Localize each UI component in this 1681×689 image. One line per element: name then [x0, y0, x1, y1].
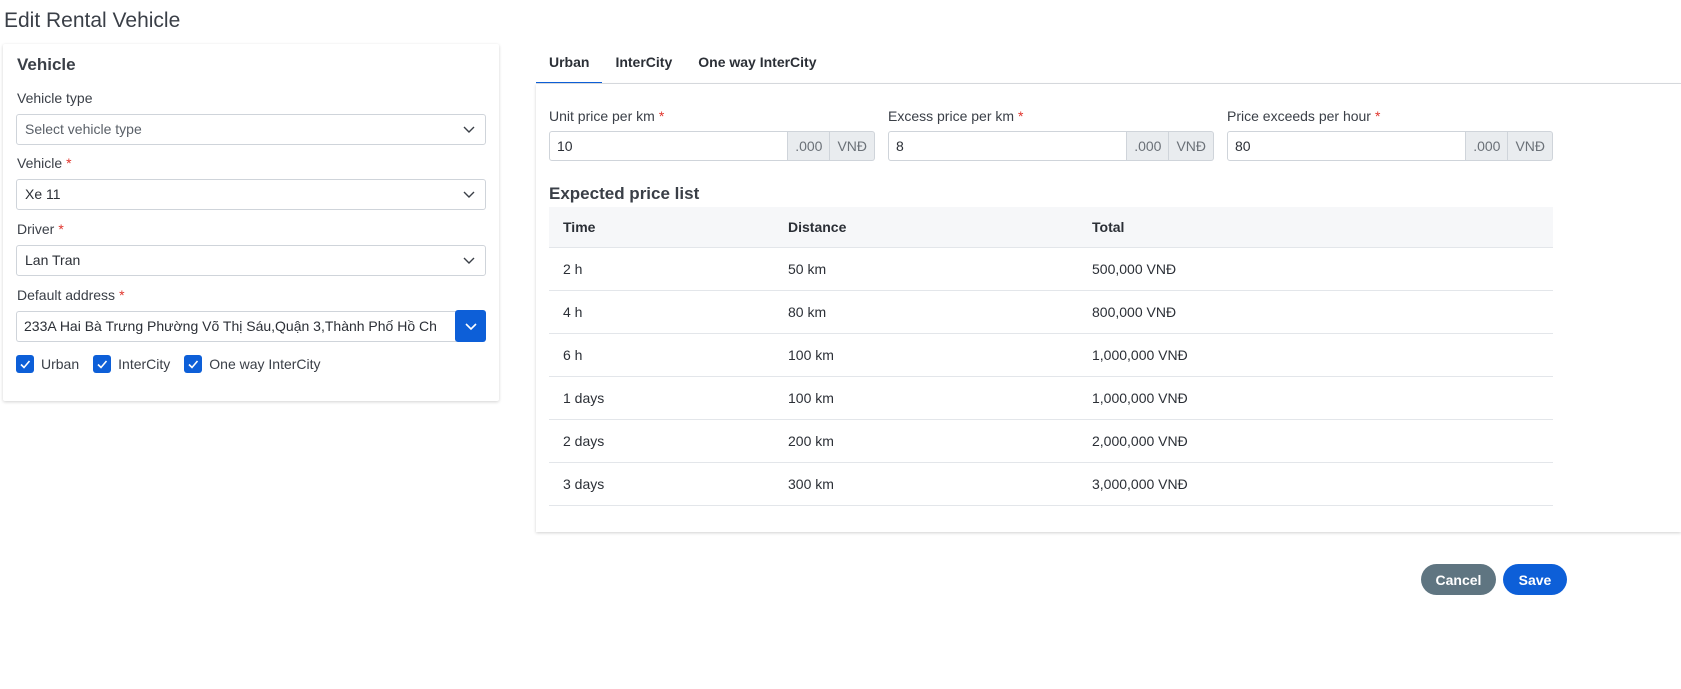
save-button[interactable]: Save	[1503, 564, 1567, 595]
checkmark-icon[interactable]	[93, 355, 112, 373]
vehicle-type-select[interactable]: Select vehicle type	[16, 114, 486, 145]
tab-intercity[interactable]: InterCity	[602, 47, 685, 84]
driver-select[interactable]: Lan Tran	[16, 245, 486, 276]
checkmark-icon[interactable]	[184, 355, 203, 373]
vehicle-card: Vehicle Vehicle type Select vehicle type…	[3, 44, 499, 401]
chevron-down-icon	[463, 191, 475, 198]
column-header-total: Total	[1092, 219, 1125, 235]
default-address-input[interactable]: 233A Hai Bà Trưng Phường Võ Thị Sáu,Quận…	[16, 311, 456, 342]
vehicle-label: Vehicle *	[17, 155, 72, 171]
cell-total: 500,000 VNĐ	[1092, 261, 1177, 277]
hour-price-label: Price exceeds per hour *	[1227, 108, 1381, 124]
tab-urban[interactable]: Urban	[536, 47, 603, 84]
unit-price-suffix: .000	[788, 131, 831, 161]
cell-total: 2,000,000 VNĐ	[1092, 433, 1188, 449]
unit-price-input[interactable]: 10	[549, 131, 789, 161]
excess-price-group: Excess price per km * 8 .000 VNĐ	[888, 108, 1214, 161]
checkbox-label: InterCity	[118, 356, 171, 372]
vehicle-select[interactable]: Xe 11	[16, 179, 486, 210]
excess-price-suffix: .000	[1127, 131, 1170, 161]
cell-distance: 50 km	[788, 261, 827, 277]
checkbox-label: One way InterCity	[209, 356, 321, 372]
cancel-button[interactable]: Cancel	[1421, 564, 1496, 595]
chevron-down-icon	[463, 257, 475, 264]
table-row: 4 h 80 km 800,000 VNĐ	[549, 291, 1553, 334]
checkbox-intercity[interactable]: InterCity	[93, 355, 170, 373]
cell-time: 3 days	[563, 476, 605, 492]
unit-price-currency: VNĐ	[830, 131, 875, 161]
table-row: 2 days 200 km 2,000,000 VNĐ	[549, 420, 1553, 463]
unit-price-group: Unit price per km * 10 .000 VNĐ	[549, 108, 875, 161]
table-row: 3 days 300 km 3,000,000 VNĐ	[549, 463, 1553, 506]
chevron-down-icon	[464, 323, 477, 331]
cell-time: 2 h	[563, 261, 583, 277]
column-header-distance: Distance	[788, 219, 847, 235]
cell-time: 6 h	[563, 347, 583, 363]
cell-time: 2 days	[563, 433, 605, 449]
hour-price-suffix: .000	[1466, 131, 1509, 161]
cell-distance: 100 km	[788, 347, 834, 363]
excess-price-input[interactable]: 8	[888, 131, 1128, 161]
cell-distance: 200 km	[788, 433, 834, 449]
vehicle-card-title: Vehicle	[17, 55, 76, 74]
page-title: Edit Rental Vehicle	[4, 9, 181, 32]
table-row: 1 days 100 km 1,000,000 VNĐ	[549, 377, 1553, 420]
pricing-card: Unit price per km * 10 .000 VNĐ Excess pr…	[536, 84, 1681, 532]
default-address-label: Default address *	[17, 287, 125, 303]
checkmark-icon[interactable]	[16, 355, 34, 373]
cell-time: 4 h	[563, 304, 583, 320]
hour-price-input[interactable]: 80	[1227, 131, 1467, 161]
excess-price-currency: VNĐ	[1169, 131, 1214, 161]
table-header: Time Distance Total	[549, 207, 1553, 248]
column-header-time: Time	[563, 219, 596, 235]
excess-price-label: Excess price per km *	[888, 108, 1024, 124]
chevron-down-icon	[463, 126, 475, 133]
cell-distance: 100 km	[788, 390, 834, 406]
price-list-title: Expected price list	[549, 184, 700, 203]
table-row: 2 h 50 km 500,000 VNĐ	[549, 248, 1553, 291]
table-row: 6 h 100 km 1,000,000 VNĐ	[549, 334, 1553, 377]
cell-distance: 80 km	[788, 304, 827, 320]
cell-time: 1 days	[563, 390, 605, 406]
hour-price-currency: VNĐ	[1508, 131, 1553, 161]
pricing-tabs: Urban InterCity One way InterCity	[536, 47, 830, 84]
cell-total: 800,000 VNĐ	[1092, 304, 1177, 320]
address-dropdown-button[interactable]	[455, 310, 486, 342]
driver-label: Driver *	[17, 221, 64, 237]
cell-distance: 300 km	[788, 476, 834, 492]
tab-one-way-intercity[interactable]: One way InterCity	[685, 47, 829, 84]
checkbox-urban[interactable]: Urban	[16, 355, 79, 373]
hour-price-group: Price exceeds per hour * 80 .000 VNĐ	[1227, 108, 1553, 161]
price-list-table: Time Distance Total 2 h 50 km 500,000 VN…	[549, 207, 1553, 506]
cell-total: 1,000,000 VNĐ	[1092, 347, 1188, 363]
vehicle-type-label: Vehicle type	[17, 90, 93, 106]
checkbox-one-way-intercity[interactable]: One way InterCity	[184, 355, 321, 373]
checkbox-label: Urban	[41, 356, 80, 372]
unit-price-label: Unit price per km *	[549, 108, 665, 124]
cell-total: 3,000,000 VNĐ	[1092, 476, 1188, 492]
cell-total: 1,000,000 VNĐ	[1092, 390, 1188, 406]
trip-type-checkboxes: Urban InterCity One way InterCity	[16, 355, 335, 373]
